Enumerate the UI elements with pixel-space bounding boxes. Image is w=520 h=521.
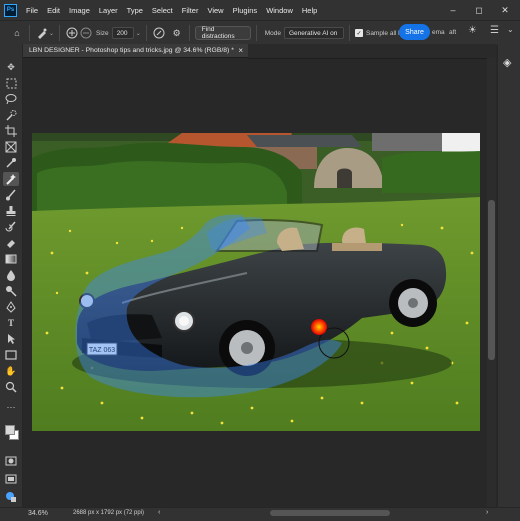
tab-strip: [248, 44, 496, 59]
remove-label: ema: [432, 29, 445, 36]
chevron-right-icon[interactable]: ›: [486, 509, 488, 516]
remove-tool-icon[interactable]: [3, 172, 19, 186]
divider: [59, 25, 61, 41]
pen-icon[interactable]: [3, 300, 19, 314]
close-tab-icon[interactable]: ×: [238, 46, 243, 55]
type-icon[interactable]: T: [3, 316, 19, 330]
sample-all-label: Sample all la: [365, 29, 404, 37]
zoom-level[interactable]: 34.6%: [28, 510, 48, 517]
blur-icon[interactable]: [3, 268, 19, 282]
menu-layer[interactable]: Layer: [99, 6, 118, 15]
pressure-icon[interactable]: [152, 26, 166, 40]
right-panel-dock: ◈: [497, 44, 520, 508]
history-brush-icon[interactable]: [3, 220, 19, 234]
brush-plus-icon[interactable]: [65, 26, 79, 40]
close-button[interactable]: ✕: [494, 0, 516, 20]
menu-help[interactable]: Help: [302, 6, 317, 15]
mode-label: Mode: [264, 29, 281, 37]
divider: [255, 25, 257, 41]
menu-window[interactable]: Window: [266, 6, 293, 15]
size-input[interactable]: 200: [111, 27, 134, 39]
divider: [145, 25, 147, 41]
minimize-button[interactable]: –: [442, 0, 464, 20]
menu-file[interactable]: File: [26, 6, 38, 15]
divider: [348, 25, 350, 41]
marquee-icon[interactable]: [3, 76, 19, 90]
path-select-icon[interactable]: [3, 332, 19, 346]
maximize-button[interactable]: ◻: [468, 0, 490, 20]
sample-all-checkbox[interactable]: ✓: [354, 29, 363, 37]
document-title: LBN DESIGNER - Photoshop tips and tricks…: [29, 47, 234, 54]
vertical-scroll-thumb[interactable]: [488, 200, 495, 360]
menu-edit[interactable]: Edit: [47, 6, 60, 15]
size-label: Size: [96, 29, 109, 37]
crop-icon[interactable]: [3, 124, 19, 138]
menu-filter[interactable]: Filter: [182, 6, 199, 15]
quick-select-icon[interactable]: [3, 108, 19, 122]
after-label: aft: [449, 29, 457, 36]
menu-plugins[interactable]: Plugins: [233, 6, 258, 15]
status-bar: 34.6% 2688 px x 1792 px (72 ppi) ‹ ›: [0, 507, 520, 521]
move-icon[interactable]: ✥: [3, 60, 19, 74]
canvas-image[interactable]: TAZ 063: [32, 133, 480, 431]
learn-icon[interactable]: [3, 490, 19, 504]
menu-select[interactable]: Select: [152, 6, 173, 15]
find-distractions-button[interactable]: Find distractions: [194, 26, 251, 40]
eraser-icon[interactable]: [3, 236, 19, 250]
menu-image[interactable]: Image: [69, 6, 90, 15]
quick-mask-icon[interactable]: [3, 454, 19, 468]
pointer-dot: [311, 319, 327, 335]
menu-type[interactable]: Type: [127, 6, 143, 15]
chevron-left-icon[interactable]: ‹: [158, 509, 160, 516]
divider: [188, 25, 190, 41]
share-button[interactable]: Share: [399, 24, 430, 40]
settings-sliders-icon[interactable]: ☰: [490, 25, 499, 36]
eyedropper-icon[interactable]: [3, 156, 19, 170]
zoom-icon[interactable]: [3, 380, 19, 394]
mode-select[interactable]: Generative AI on: [283, 27, 344, 39]
document-tab[interactable]: LBN DESIGNER - Photoshop tips and tricks…: [23, 44, 248, 58]
horizontal-scroll-thumb[interactable]: [270, 510, 390, 516]
chevron-down-icon[interactable]: ⌄: [136, 30, 141, 37]
hand-icon[interactable]: ✋: [3, 364, 19, 378]
healing-brush-icon[interactable]: [35, 26, 49, 40]
menu-view[interactable]: View: [207, 6, 223, 15]
colors-icon[interactable]: [4, 424, 19, 440]
dodge-icon[interactable]: [3, 284, 19, 298]
brush-minus-icon[interactable]: [79, 26, 93, 40]
photoshop-logo-icon[interactable]: Ps: [4, 3, 17, 17]
lasso-icon[interactable]: [3, 92, 19, 106]
document-dimensions: 2688 px x 1792 px (72 ppi): [73, 510, 145, 516]
menu-bar: Ps File Edit Image Layer Type Select Fil…: [0, 0, 520, 20]
brush-icon[interactable]: [3, 188, 19, 202]
tools-panel: ✥ T ✋ ···: [0, 44, 23, 508]
frame-icon[interactable]: [3, 140, 19, 154]
chevron-down-icon[interactable]: ⌄: [507, 25, 514, 34]
rectangle-icon[interactable]: [3, 348, 19, 362]
brightness-icon[interactable]: ☀: [468, 25, 477, 36]
stamp-icon[interactable]: [3, 204, 19, 218]
gear-icon[interactable]: ⚙: [170, 26, 184, 40]
gradient-icon[interactable]: [3, 252, 19, 266]
screen-mode-icon[interactable]: [3, 472, 19, 486]
layers-icon[interactable]: ◈: [503, 56, 511, 69]
more-icon[interactable]: ···: [3, 400, 19, 414]
chevron-down-icon[interactable]: ⌄: [49, 30, 54, 37]
home-icon[interactable]: ⌂: [10, 26, 24, 40]
divider: [29, 25, 30, 41]
